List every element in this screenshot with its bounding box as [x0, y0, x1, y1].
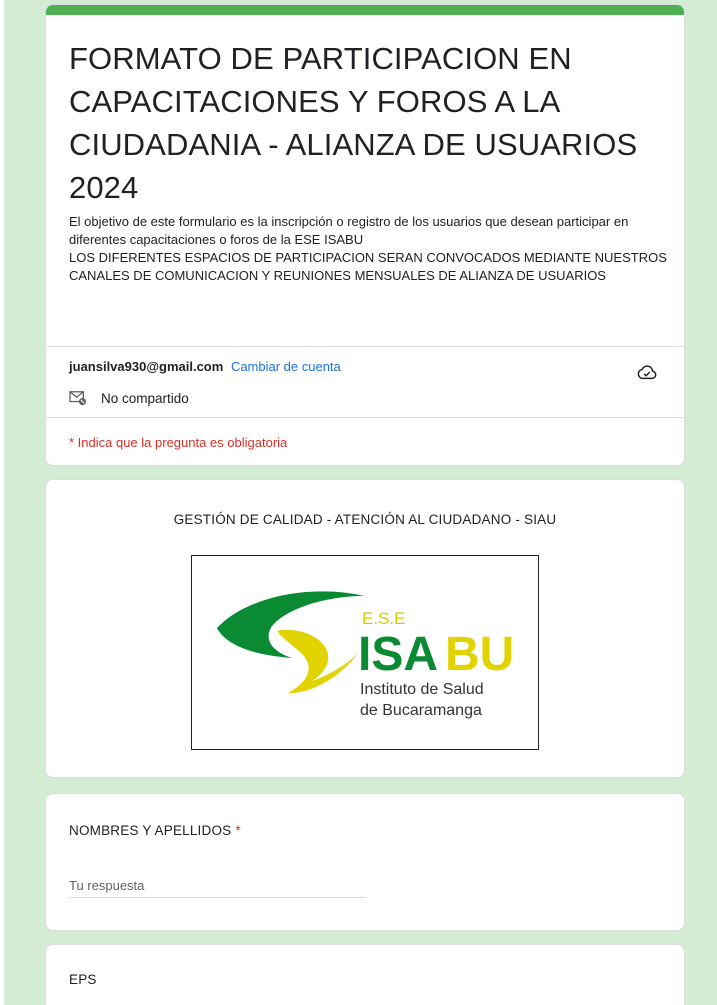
header-divider-2 — [46, 417, 684, 418]
cloud-check-icon — [637, 365, 657, 380]
logo-line1: Instituto de Salud — [360, 681, 484, 698]
form-description: El objetivo de este formulario es la ins… — [69, 214, 667, 283]
required-asterisk: * — [235, 823, 241, 838]
mail-off-icon — [69, 391, 86, 406]
logo-line2: de Bucaramanga — [360, 702, 482, 719]
logo-section-card: GESTIÓN DE CALIDAD - ATENCIÓN AL CIUDADA… — [45, 479, 685, 778]
account-email: juansilva930@gmail.com — [69, 359, 224, 374]
logo-bu-text: BU — [445, 628, 514, 681]
question-label: NOMBRES Y APELLIDOS * — [69, 823, 241, 838]
header-accent-bar — [46, 5, 684, 15]
page-left-edge — [0, 0, 4, 1005]
logo-ese-text: E.S.E — [362, 609, 405, 628]
section-title: GESTIÓN DE CALIDAD - ATENCIÓN AL CIUDADA… — [173, 512, 557, 527]
isabu-logo-graphic: E.S.E ISA BU Instituto de Salud de Bucar… — [217, 591, 514, 719]
account-row: juansilva930@gmail.com Cambiar de cuenta — [69, 359, 341, 374]
question-label-eps: EPS — [69, 972, 97, 987]
form-title: FORMATO DE PARTICIPACION EN CAPACITACION… — [69, 41, 638, 205]
logo-isa-text: ISA — [358, 628, 438, 681]
not-shared-row: No compartido — [69, 390, 189, 406]
nombres-answer-input[interactable] — [69, 874, 366, 898]
required-note: * Indica que la pregunta es obligatoria — [69, 435, 288, 450]
question-label-text: NOMBRES Y APELLIDOS — [69, 823, 232, 838]
question-card-eps: EPS — [45, 944, 685, 1005]
question-card-nombres: NOMBRES Y APELLIDOS * — [45, 793, 685, 931]
not-shared-label: No compartido — [101, 390, 189, 406]
isabu-logo: E.S.E ISA BU Instituto de Salud de Bucar… — [191, 555, 539, 750]
form-header-card: FORMATO DE PARTICIPACION EN CAPACITACION… — [45, 4, 685, 466]
header-divider-1 — [46, 346, 684, 347]
switch-account-link[interactable]: Cambiar de cuenta — [231, 359, 341, 374]
